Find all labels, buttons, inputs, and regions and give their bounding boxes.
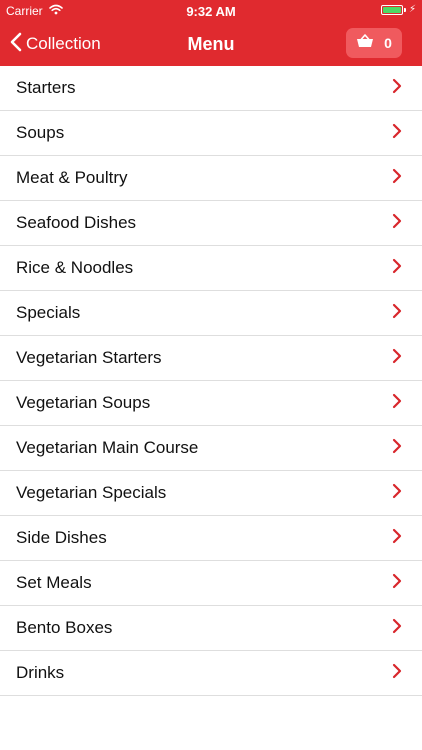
app-screen: Carrier 9:32 AM ⚡ Collection Menu 0 Star… [0, 0, 422, 750]
menu-item-label: Side Dishes [16, 528, 107, 547]
menu-item[interactable]: Soups [0, 111, 422, 156]
bolt-icon: ⚡ [408, 4, 416, 15]
menu-item[interactable]: Set Meals [0, 561, 422, 606]
menu-item-label: Vegetarian Specials [16, 483, 167, 502]
menu-item[interactable]: Vegetarian Main Course [0, 426, 422, 471]
menu-item-label: Vegetarian Main Course [16, 438, 199, 457]
chevron-right-icon [392, 438, 402, 459]
chevron-right-icon [392, 213, 402, 234]
menu-item[interactable]: Starters [0, 66, 422, 111]
menu-item[interactable]: Vegetarian Soups [0, 381, 422, 426]
menu-item[interactable]: Specials [0, 291, 422, 336]
status-bar: Carrier 9:32 AM ⚡ [0, 0, 422, 22]
chevron-right-icon [392, 528, 402, 549]
menu-item-label: Set Meals [16, 573, 92, 592]
basket-icon [356, 33, 374, 53]
menu-list: Starters Soups Meat & Poultry Seafood Di… [0, 66, 422, 696]
menu-item-label: Drinks [16, 663, 65, 682]
basket-button[interactable]: 0 [346, 28, 402, 58]
chevron-right-icon [392, 78, 402, 99]
status-right: ⚡ [380, 4, 416, 15]
menu-item[interactable]: Vegetarian Specials [0, 471, 422, 516]
chevron-right-icon [392, 168, 402, 189]
chevron-right-icon [392, 258, 402, 279]
chevron-right-icon [392, 663, 402, 684]
menu-item-label: Bento Boxes [16, 618, 113, 637]
menu-item-label: Soups [16, 123, 65, 142]
navigation-bar: Collection Menu 0 [0, 22, 422, 66]
chevron-right-icon [392, 348, 402, 369]
menu-item-label: Vegetarian Starters [16, 348, 162, 367]
menu-item-label: Vegetarian Soups [16, 393, 151, 412]
chevron-right-icon [392, 303, 402, 324]
menu-item[interactable]: Rice & Noodles [0, 246, 422, 291]
basket-count: 0 [384, 35, 392, 51]
menu-item-label: Meat & Poultry [16, 168, 128, 187]
battery-cap [403, 8, 406, 12]
chevron-right-icon [392, 123, 402, 144]
menu-item[interactable]: Drinks [0, 651, 422, 696]
header: Carrier 9:32 AM ⚡ Collection Menu 0 [0, 0, 422, 66]
menu-item-label: Seafood Dishes [16, 213, 137, 232]
chevron-right-icon [392, 618, 402, 639]
menu-item-label: Starters [16, 78, 76, 97]
menu-item-label: Rice & Noodles [16, 258, 134, 277]
menu-item[interactable]: Bento Boxes [0, 606, 422, 651]
battery-level [382, 7, 401, 13]
chevron-right-icon [392, 573, 402, 594]
back-label: Collection [26, 34, 101, 53]
menu-item-label: Specials [16, 303, 81, 322]
menu-item[interactable]: Meat & Poultry [0, 156, 422, 201]
battery-icon [380, 5, 403, 15]
chevron-right-icon [392, 393, 402, 414]
status-time: 9:32 AM [186, 4, 236, 19]
chevron-right-icon [392, 483, 402, 504]
chevron-left-icon [10, 32, 22, 57]
menu-item[interactable]: Vegetarian Starters [0, 336, 422, 381]
menu-item[interactable]: Seafood Dishes [0, 201, 422, 246]
back-button[interactable]: Collection [10, 22, 101, 66]
menu-item[interactable]: Side Dishes [0, 516, 422, 561]
